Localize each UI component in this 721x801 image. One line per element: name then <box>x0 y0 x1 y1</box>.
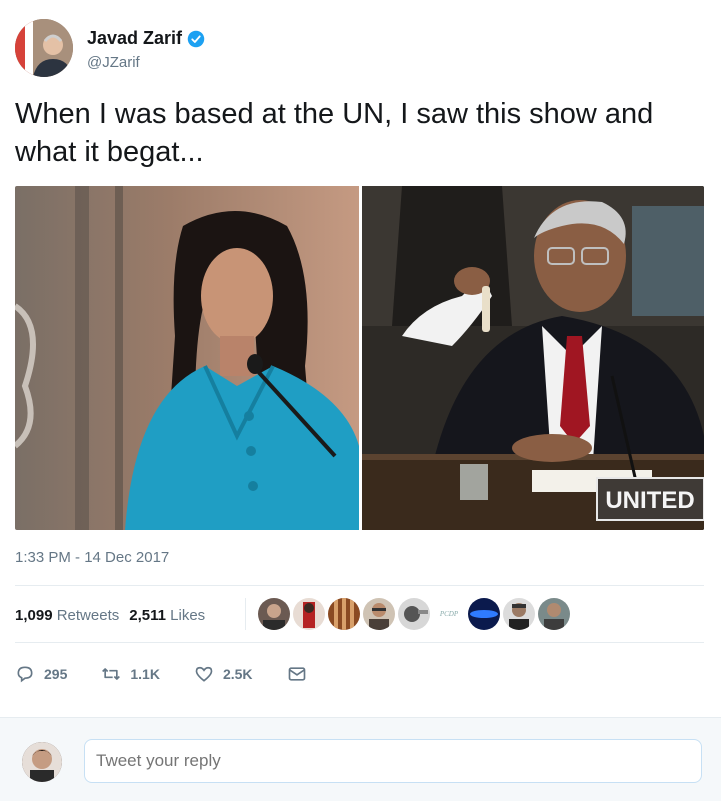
liker-avatar[interactable] <box>538 598 570 630</box>
tweet-stats: 1,099 Retweets 2,511 Likes <box>15 603 205 627</box>
liker-avatar[interactable] <box>363 598 395 630</box>
liker-avatar[interactable] <box>398 598 430 630</box>
author-avatar[interactable] <box>15 19 73 77</box>
tweet-actions: 295 1.1K 2.5K <box>15 660 350 688</box>
divider <box>15 642 704 643</box>
tweet-text: When I was based at the UN, I saw this s… <box>15 98 654 168</box>
likes-label: Likes <box>170 606 206 624</box>
united-sign-text: UNITED <box>605 487 694 514</box>
reply-input[interactable] <box>84 739 702 783</box>
reply-action[interactable]: 295 <box>15 664 67 684</box>
liker-avatar[interactable] <box>468 598 500 630</box>
reply-count: 295 <box>44 666 68 682</box>
like-count: 2.5K <box>222 666 253 682</box>
author-name[interactable]: Javad Zarif <box>87 28 182 49</box>
retweets-stat[interactable]: 1,099 Retweets <box>15 607 119 624</box>
media-photo-left[interactable] <box>15 186 359 530</box>
retweets-label: Retweets <box>56 606 120 624</box>
retweet-action[interactable]: 1.1K <box>101 664 160 684</box>
liker-avatar[interactable] <box>503 598 535 630</box>
like-action[interactable]: 2.5K <box>194 664 253 684</box>
divider <box>15 585 704 586</box>
retweet-count: 1.1K <box>130 666 160 682</box>
author-name-row: Javad Zarif <box>87 28 205 49</box>
reply-icon <box>17 666 33 683</box>
tweet-timestamp[interactable]: 1:33 PM - 14 Dec 2017 <box>15 549 169 566</box>
liker-avatar[interactable] <box>328 598 360 630</box>
retweet-icon <box>102 668 121 680</box>
svg-text:PCDP: PCDP <box>439 610 459 618</box>
liker-avatar[interactable]: PCDP <box>433 598 465 630</box>
direct-message-action[interactable] <box>287 664 316 684</box>
likers-avatars: PCDP <box>258 598 573 630</box>
user-avatar[interactable] <box>22 742 62 782</box>
tweet-media[interactable]: UNITED <box>15 186 704 530</box>
envelope-icon <box>288 667 305 681</box>
liker-avatar[interactable] <box>258 598 290 630</box>
tweet-header: Javad Zarif @JZarif <box>15 19 695 79</box>
reply-bar <box>0 717 721 801</box>
likes-stat[interactable]: 2,511 Likes <box>129 607 205 624</box>
liker-avatar[interactable] <box>293 598 325 630</box>
heart-icon <box>195 666 213 682</box>
retweets-count: 1,099 <box>15 606 53 624</box>
verified-badge-icon <box>187 30 205 47</box>
stats-separator <box>245 598 246 630</box>
author-handle[interactable]: @JZarif <box>87 54 140 71</box>
likes-count: 2,511 <box>129 606 166 624</box>
media-photo-right[interactable]: UNITED <box>362 186 704 530</box>
